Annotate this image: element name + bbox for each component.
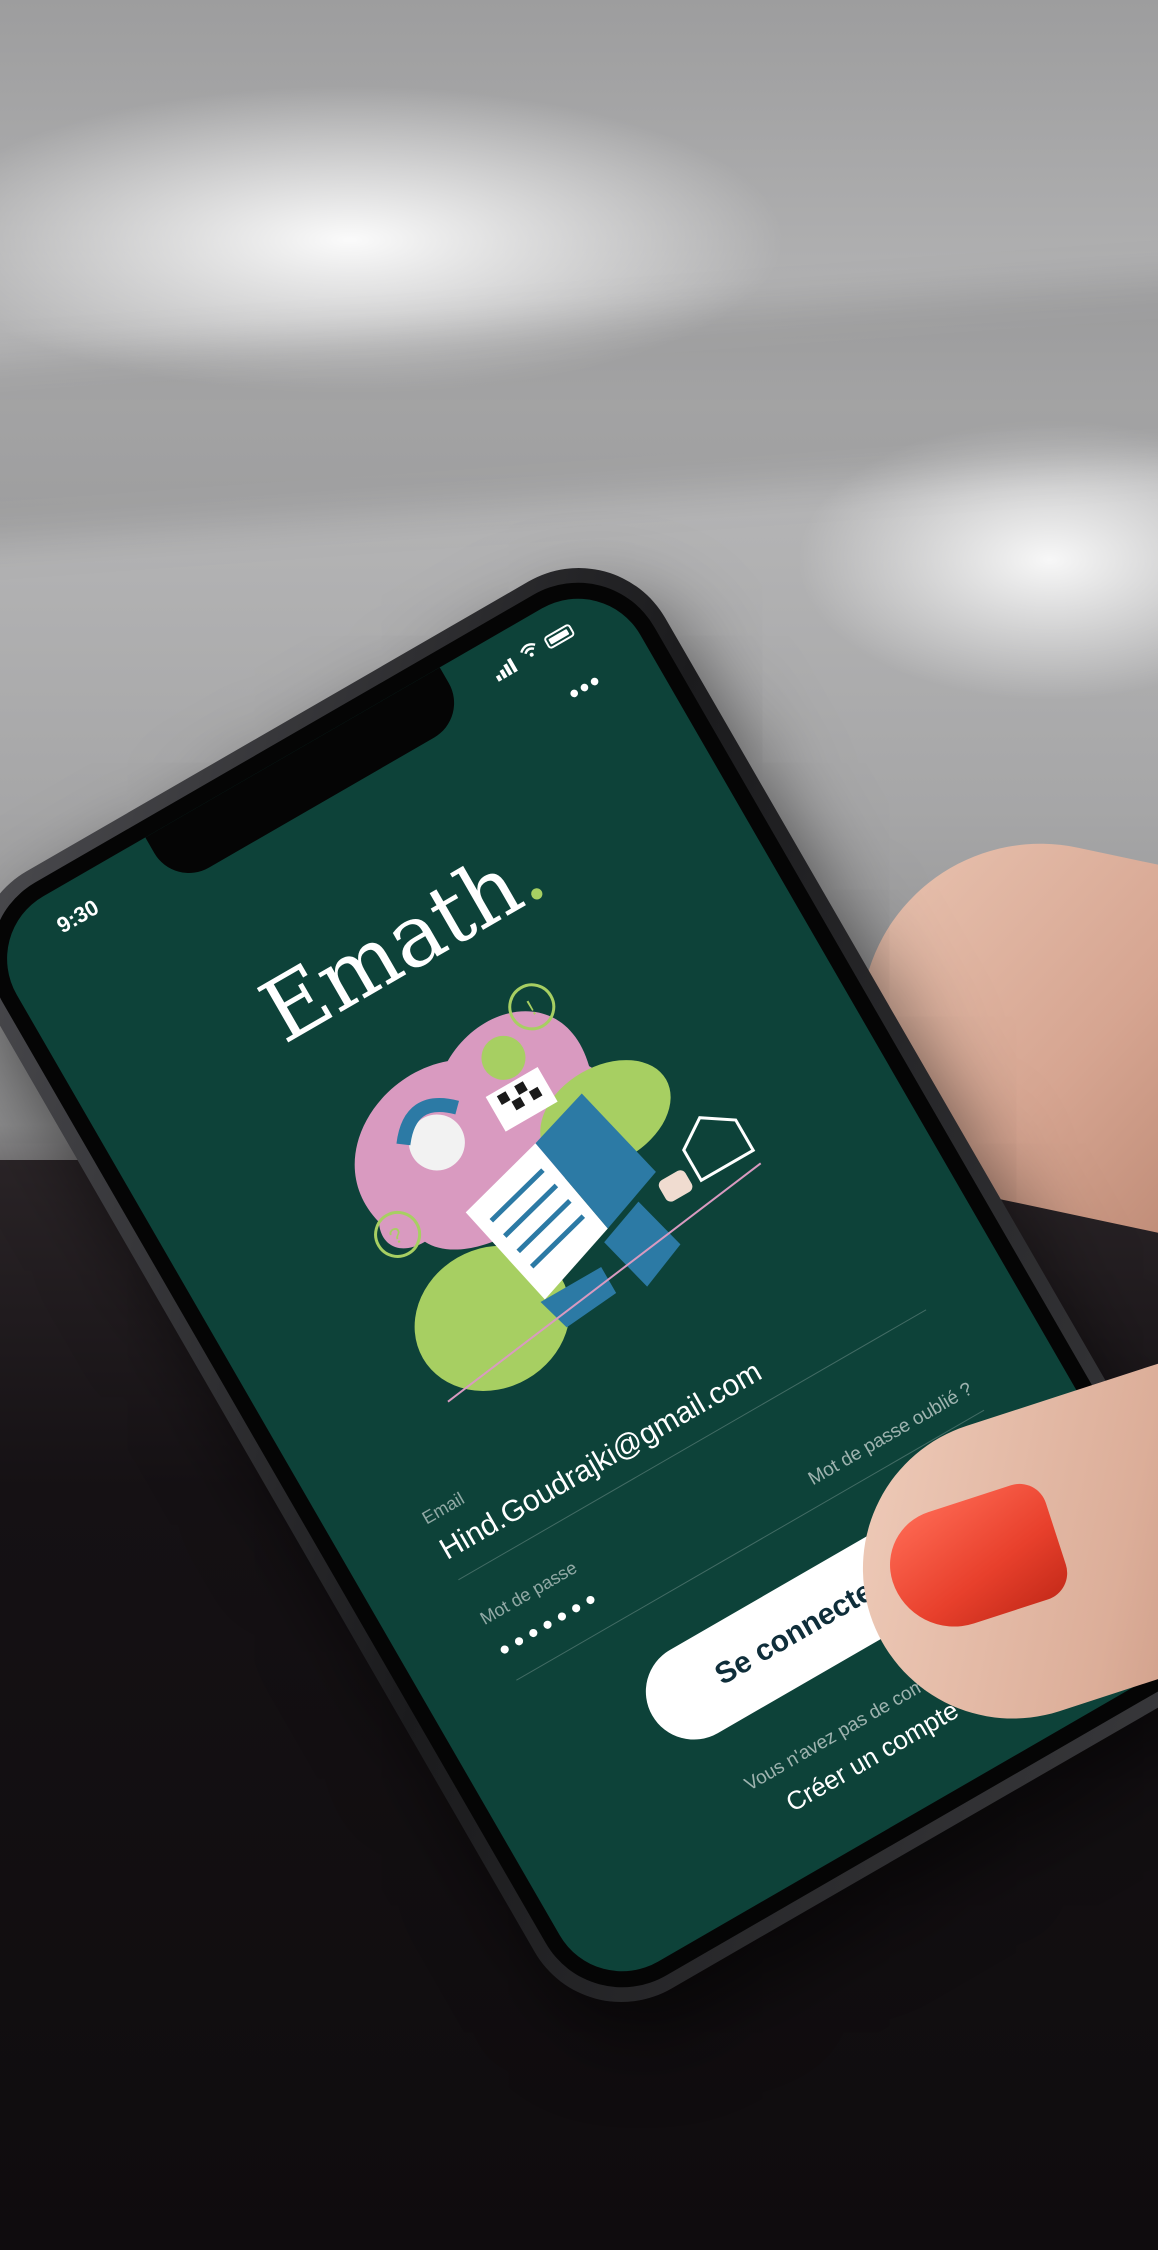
more-icon[interactable]: ••• [562, 664, 608, 709]
battery-icon [542, 622, 576, 650]
wifi-icon [517, 638, 545, 666]
background-shadow [0, 271, 1158, 549]
photo-scene: 9:30 ••• Emath. ? ! Email Hind.Goudrajki… [0, 0, 1158, 2250]
signal-icon [490, 654, 520, 682]
status-time: 9:30 [52, 894, 103, 939]
